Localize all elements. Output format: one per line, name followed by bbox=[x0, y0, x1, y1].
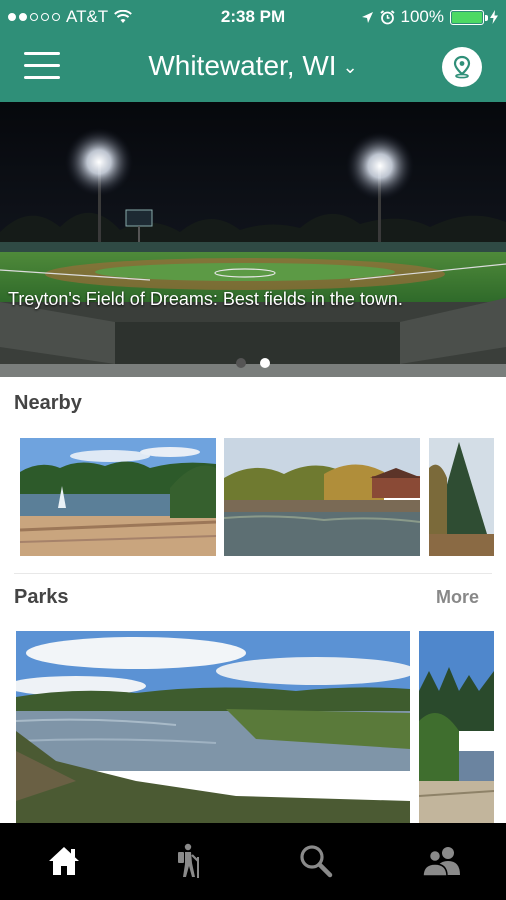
carousel-pager bbox=[0, 358, 506, 368]
nearby-section-title: Nearby bbox=[14, 392, 82, 414]
alarm-clock-icon bbox=[379, 9, 395, 24]
parks-section-title: Parks bbox=[14, 586, 69, 608]
search-icon bbox=[300, 845, 333, 878]
park-trees-photo bbox=[419, 631, 494, 823]
carousel-caption: Treyton's Field of Dreams: Best fields i… bbox=[8, 289, 403, 309]
lake-fountain-photo bbox=[20, 438, 216, 556]
battery-percent: 100% bbox=[400, 7, 444, 26]
location-button[interactable] bbox=[442, 47, 482, 87]
app-header: AT&T 2:38 PM 100% Whitewater, WI ⌄ bbox=[0, 0, 506, 102]
tab-community[interactable] bbox=[418, 841, 466, 881]
status-bar: AT&T 2:38 PM 100% bbox=[0, 0, 506, 34]
city-selector[interactable]: Whitewater, WI ⌄ bbox=[0, 50, 506, 82]
ballfield-photo bbox=[0, 102, 506, 377]
home-icon bbox=[49, 847, 79, 875]
map-pin-icon bbox=[453, 55, 471, 79]
hiker-icon bbox=[178, 843, 199, 878]
bottom-tab-bar bbox=[0, 823, 506, 900]
tab-home[interactable] bbox=[40, 841, 88, 881]
city-label: Whitewater, WI bbox=[148, 50, 337, 81]
tab-explore[interactable] bbox=[165, 841, 213, 881]
featured-carousel[interactable]: Treyton's Field of Dreams: Best fields i… bbox=[0, 102, 506, 377]
pond-bridge-photo bbox=[224, 438, 420, 556]
pager-dot[interactable] bbox=[236, 358, 246, 368]
charging-bolt-icon bbox=[490, 10, 498, 24]
nearby-card[interactable] bbox=[429, 438, 494, 556]
tab-search[interactable] bbox=[292, 841, 340, 881]
parks-more-link[interactable]: More bbox=[436, 587, 479, 608]
nearby-card[interactable] bbox=[224, 438, 420, 556]
chevron-down-icon: ⌄ bbox=[342, 57, 358, 78]
section-divider bbox=[14, 573, 492, 574]
park-card[interactable] bbox=[419, 631, 494, 823]
park-card[interactable] bbox=[16, 631, 410, 823]
people-icon bbox=[422, 847, 460, 877]
pine-tree-photo bbox=[429, 438, 494, 556]
nav-bar: Whitewater, WI ⌄ bbox=[0, 34, 506, 102]
status-right: 100% bbox=[361, 7, 498, 27]
location-arrow-icon bbox=[361, 11, 373, 23]
pager-dot-active[interactable] bbox=[260, 358, 270, 368]
wetland-pond-photo bbox=[16, 631, 410, 823]
battery-icon bbox=[450, 9, 488, 25]
nearby-card[interactable] bbox=[20, 438, 216, 556]
